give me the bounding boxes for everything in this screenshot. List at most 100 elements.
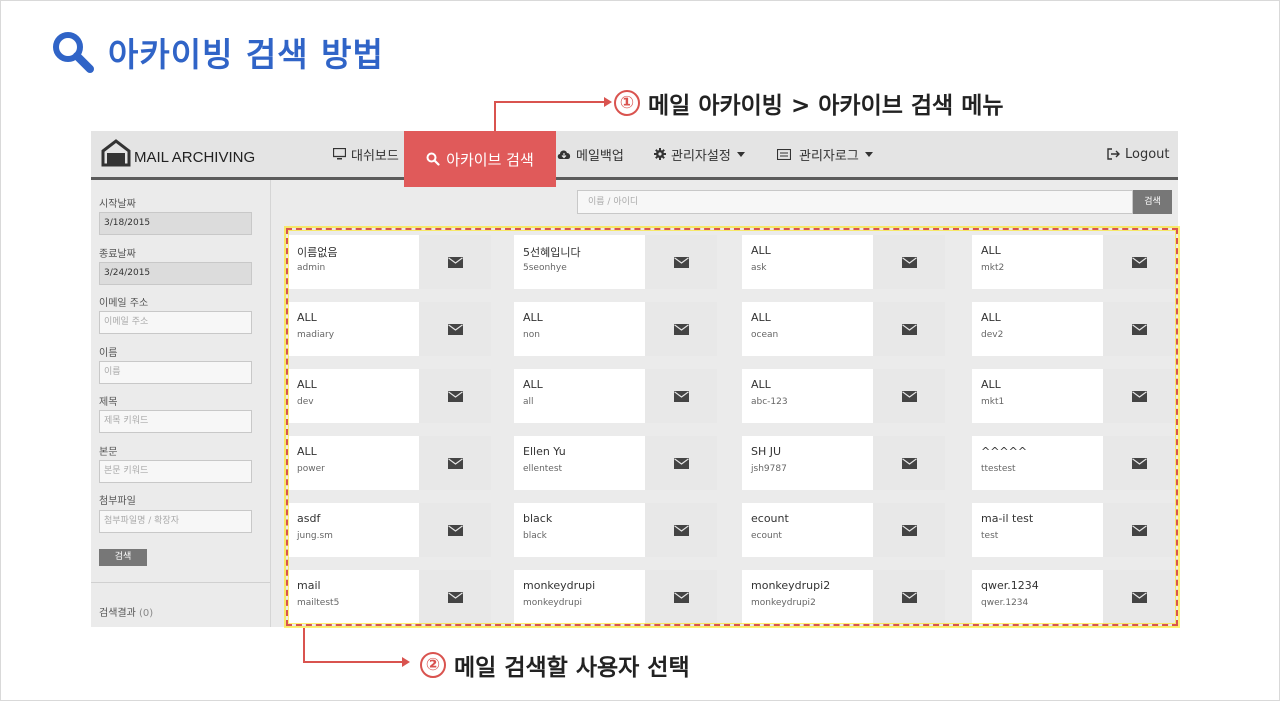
user-card-name: ALL: [751, 244, 771, 257]
envelope-button[interactable]: [419, 503, 491, 557]
attachment-label: 첨부파일: [99, 496, 136, 507]
envelope-icon: [447, 591, 463, 603]
user-card-id: test: [981, 531, 999, 541]
user-card-name: asdf: [297, 512, 321, 525]
user-card[interactable]: mail mailtest5: [288, 570, 491, 624]
user-card[interactable]: SH JU jsh9787: [742, 436, 945, 490]
nav-admin-log-label: 관리자로그: [799, 148, 859, 164]
user-card[interactable]: ALL ocean: [742, 302, 945, 356]
user-card-name: ecount: [751, 512, 789, 525]
user-card[interactable]: Ellen Yu ellentest: [514, 436, 717, 490]
envelope-button[interactable]: [1103, 302, 1175, 356]
envelope-button[interactable]: [873, 570, 945, 624]
user-card[interactable]: ALL power: [288, 436, 491, 490]
envelope-button[interactable]: [873, 369, 945, 423]
nav-mail-backup[interactable]: 메일백업: [557, 131, 624, 177]
nav-dashboard[interactable]: 대쉬보드: [333, 131, 399, 177]
house-icon: [101, 139, 131, 167]
user-card[interactable]: ALL dev: [288, 369, 491, 423]
user-card-id: 5seonhye: [523, 263, 567, 273]
user-card-id: ellentest: [523, 464, 563, 474]
user-card[interactable]: ^^^^^ ttestest: [972, 436, 1175, 490]
envelope-button[interactable]: [419, 302, 491, 356]
user-card-id: dev: [297, 397, 314, 407]
callout-select-user: ② 메일 검색할 사용자 선택: [420, 648, 690, 682]
user-card-id: all: [523, 397, 534, 407]
envelope-icon: [673, 323, 689, 335]
user-search-input[interactable]: 이름 / 아이디: [577, 190, 1133, 214]
user-card[interactable]: ALL mkt1: [972, 369, 1175, 423]
nav-admin-settings[interactable]: 관리자설정: [654, 131, 745, 177]
envelope-button[interactable]: [645, 436, 717, 490]
app-window: MAIL ARCHIVING 대쉬보드 아카이브 검색 메일백업 관리자설정 관…: [91, 131, 1178, 627]
subject-label: 제목: [99, 397, 118, 408]
gear-icon: [654, 148, 666, 160]
envelope-button[interactable]: [645, 570, 717, 624]
nav-logout[interactable]: Logout: [1107, 131, 1170, 177]
envelope-button[interactable]: [873, 503, 945, 557]
name-field[interactable]: 이름: [99, 361, 252, 384]
user-card-id: power: [297, 464, 325, 474]
user-card[interactable]: monkeydrupi monkeydrupi: [514, 570, 717, 624]
body-field[interactable]: 본문 키워드: [99, 460, 252, 483]
callout-number-1: ①: [614, 90, 640, 116]
user-card-name: ALL: [981, 311, 1001, 324]
envelope-button[interactable]: [419, 235, 491, 289]
logo[interactable]: MAIL ARCHIVING: [101, 139, 255, 167]
attachment-field[interactable]: 첨부파일명 / 확장자: [99, 510, 252, 533]
envelope-button[interactable]: [1103, 436, 1175, 490]
logo-text: MAIL ARCHIVING: [134, 149, 256, 166]
sidebar-search-button[interactable]: 검색: [99, 549, 147, 566]
start-date-field[interactable]: 3/18/2015: [99, 212, 252, 235]
envelope-button[interactable]: [1103, 570, 1175, 624]
envelope-button[interactable]: [645, 369, 717, 423]
envelope-button[interactable]: [873, 302, 945, 356]
user-card[interactable]: ALL abc-123: [742, 369, 945, 423]
user-card[interactable]: ALL all: [514, 369, 717, 423]
user-card[interactable]: qwer.1234 qwer.1234: [972, 570, 1175, 624]
envelope-icon: [901, 524, 917, 536]
envelope-button[interactable]: [645, 235, 717, 289]
envelope-button[interactable]: [873, 235, 945, 289]
user-card[interactable]: 5선혜입니다 5seonhye: [514, 235, 717, 289]
user-card-id: non: [523, 330, 540, 340]
user-card-name: SH JU: [751, 445, 782, 458]
envelope-button[interactable]: [645, 302, 717, 356]
envelope-icon: [901, 256, 917, 268]
magnifier-icon: [53, 32, 94, 73]
user-card[interactable]: ALL dev2: [972, 302, 1175, 356]
envelope-icon: [673, 390, 689, 402]
email-label: 이메일 주소: [99, 298, 149, 309]
end-date-field[interactable]: 3/24/2015: [99, 262, 252, 285]
envelope-button[interactable]: [419, 436, 491, 490]
subject-field[interactable]: 제목 키워드: [99, 410, 252, 433]
user-card[interactable]: asdf jung.sm: [288, 503, 491, 557]
nav-admin-log[interactable]: 관리자로그: [777, 131, 873, 177]
user-card[interactable]: monkeydrupi2 monkeydrupi2: [742, 570, 945, 624]
search-result: 검색결과 (0): [99, 604, 153, 619]
user-card[interactable]: ALL non: [514, 302, 717, 356]
envelope-icon: [447, 524, 463, 536]
user-card[interactable]: ecount ecount: [742, 503, 945, 557]
envelope-button[interactable]: [873, 436, 945, 490]
envelope-button[interactable]: [419, 570, 491, 624]
email-field[interactable]: 이메일 주소: [99, 311, 252, 334]
envelope-icon: [1131, 390, 1147, 402]
envelope-button[interactable]: [1103, 503, 1175, 557]
user-card-id: abc-123: [751, 397, 788, 407]
user-search-button[interactable]: 검색: [1133, 190, 1172, 214]
user-card[interactable]: ma-il test test: [972, 503, 1175, 557]
user-card[interactable]: black black: [514, 503, 717, 557]
user-card[interactable]: ALL ask: [742, 235, 945, 289]
user-card[interactable]: 이름없음 admin: [288, 235, 491, 289]
user-card-name: ALL: [751, 311, 771, 324]
user-card-name: black: [523, 512, 553, 525]
user-card[interactable]: ALL madiary: [288, 302, 491, 356]
user-card-id: qwer.1234: [981, 598, 1029, 608]
envelope-button[interactable]: [1103, 369, 1175, 423]
envelope-button[interactable]: [1103, 235, 1175, 289]
nav-archive-search[interactable]: 아카이브 검색: [404, 131, 556, 187]
envelope-button[interactable]: [419, 369, 491, 423]
user-card[interactable]: ALL mkt2: [972, 235, 1175, 289]
envelope-button[interactable]: [645, 503, 717, 557]
